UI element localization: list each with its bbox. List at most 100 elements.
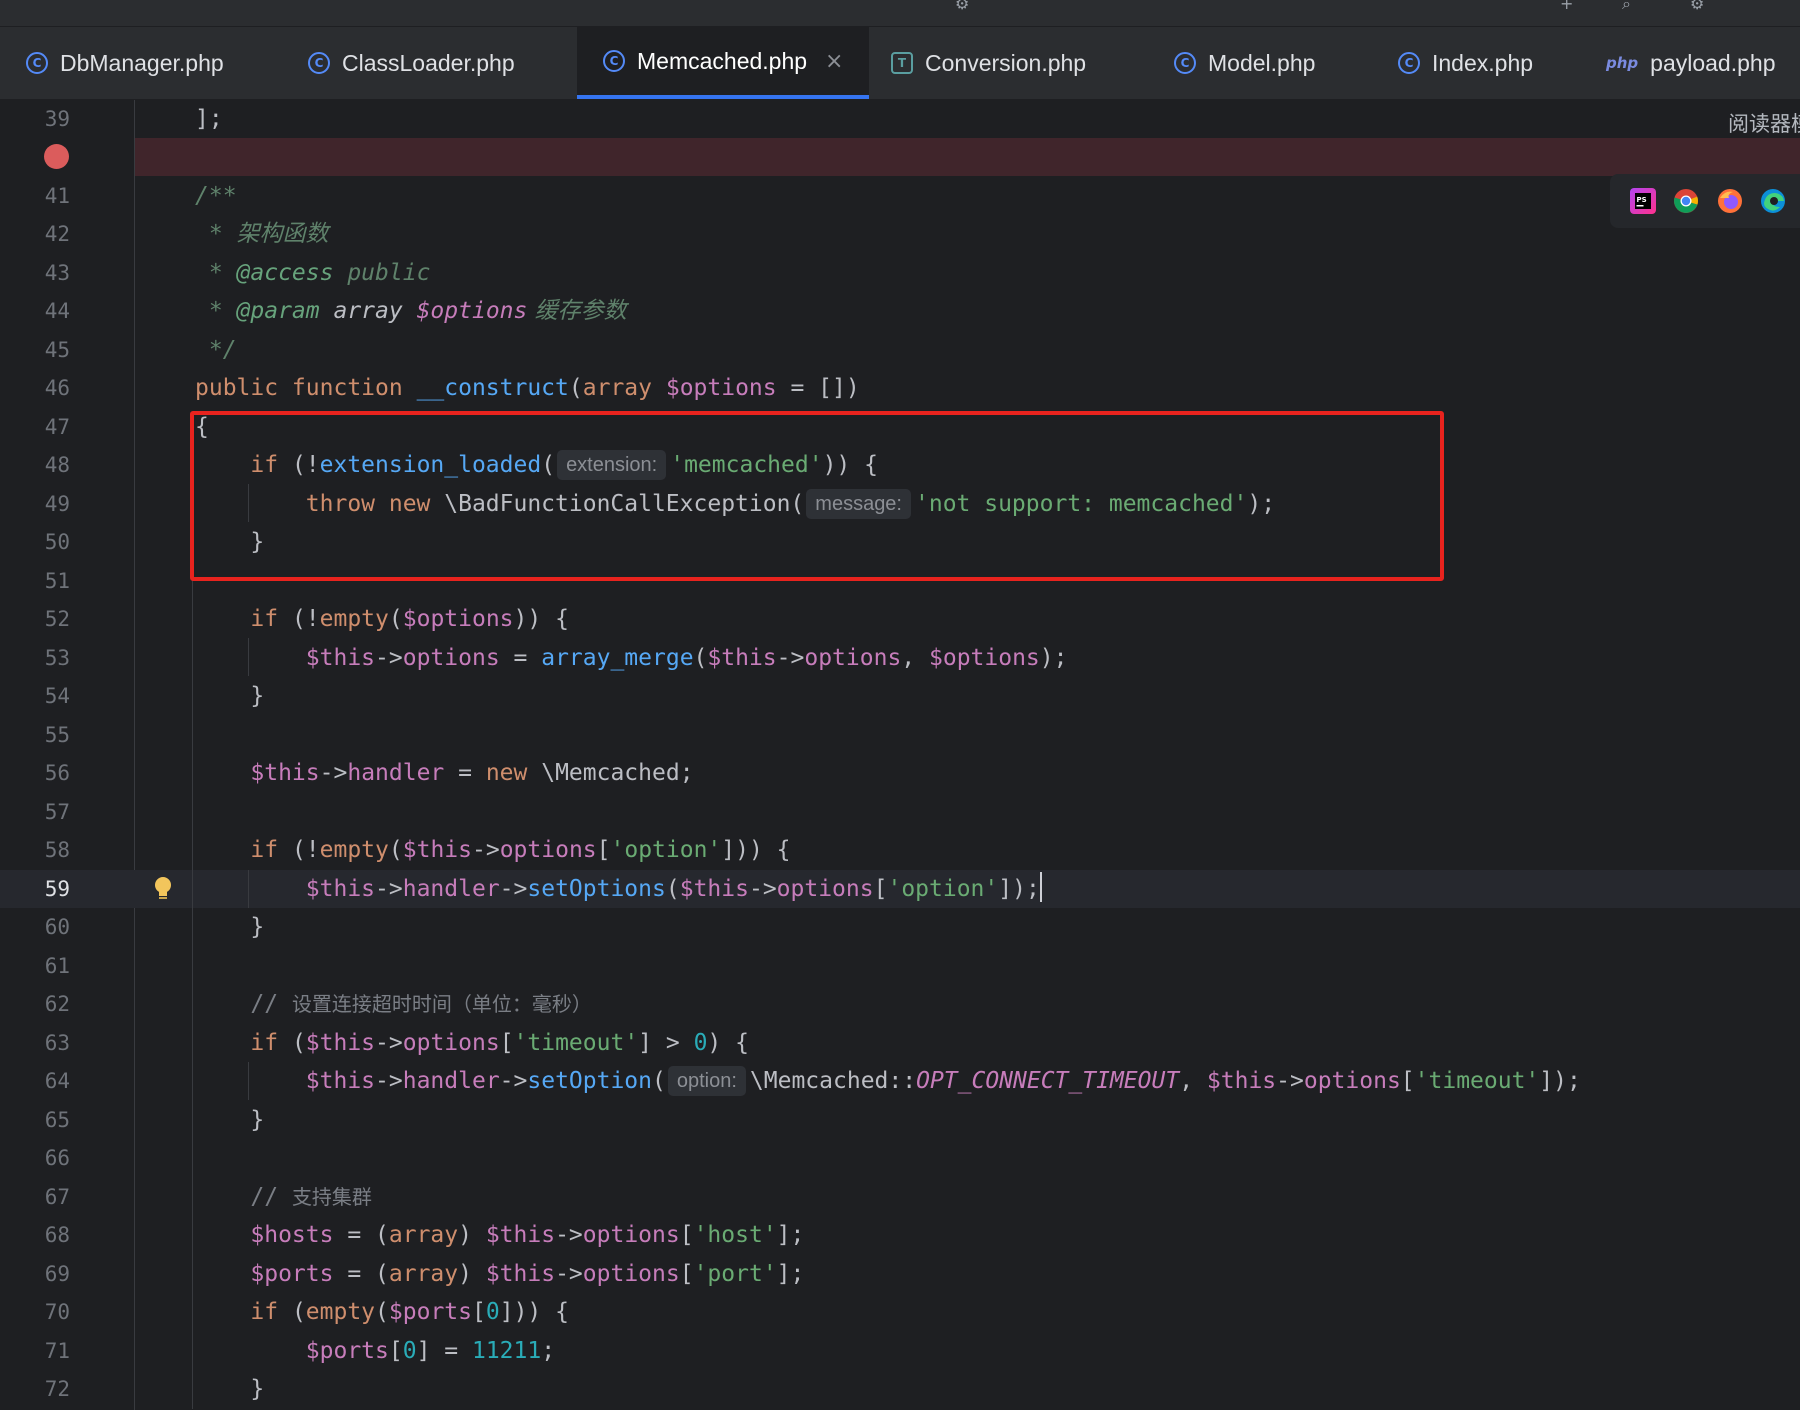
main-toolbar: ⚙ + ⌕ ⚙	[0, 0, 1800, 27]
line-number: 48	[44, 453, 70, 477]
parameter-hint: option:	[667, 1066, 746, 1096]
code-text: $ports[0] = 11211;	[305, 1338, 556, 1364]
code-line[interactable]: 69 $ports = (array) $this->options['port…	[0, 1255, 1800, 1293]
add-icon[interactable]: +	[1560, 0, 1580, 13]
code-text: if (!empty($this->options['option'])) {	[195, 837, 791, 863]
tab-payload[interactable]: php payload.php	[1580, 27, 1800, 99]
line-number: 46	[44, 376, 70, 400]
code-text: }	[195, 1376, 265, 1402]
class-icon: C	[603, 50, 625, 72]
line-number: 43	[44, 261, 70, 285]
tab-memcached[interactable]: C Memcached.php ×	[577, 27, 869, 99]
code-line[interactable]: 64 $this->handler->setOption(option: \Mem…	[0, 1062, 1800, 1100]
line-number: 45	[44, 338, 70, 362]
breakpoint-icon[interactable]	[44, 144, 69, 169]
line-number: 62	[44, 992, 70, 1016]
line-number: 66	[44, 1146, 70, 1170]
code-line[interactable]: 61	[0, 947, 1800, 985]
code-text: */	[195, 337, 237, 363]
phpstorm-icon[interactable]: PS	[1630, 188, 1656, 214]
code-line[interactable]: 58 if (!empty($this->options['option']))…	[0, 831, 1800, 869]
code-line[interactable]: 71 $ports[0] = 11211;	[0, 1332, 1800, 1370]
code-text: $this->options = array_merge($this->opti…	[305, 645, 1068, 671]
line-number: 56	[44, 761, 70, 785]
code-line[interactable]: 45 */	[0, 331, 1800, 369]
code-line[interactable]	[0, 138, 1800, 176]
line-number: 70	[44, 1300, 70, 1324]
chrome-icon[interactable]	[1673, 188, 1699, 214]
settings-icon[interactable]: ⚙	[955, 0, 975, 13]
code-text: if (empty($ports[0])) {	[195, 1299, 569, 1325]
tab-label: Conversion.php	[925, 49, 1087, 76]
class-icon: C	[1174, 52, 1196, 74]
line-number: 55	[44, 723, 70, 747]
line-number: 51	[44, 569, 70, 593]
code-text: $this->handler->setOptions($this->option…	[195, 870, 1042, 908]
code-line[interactable]: 53 $this->options = array_merge($this->o…	[0, 639, 1800, 677]
line-number: 61	[44, 954, 70, 978]
gear-icon[interactable]: ⚙	[1690, 0, 1710, 13]
reader-mode-button[interactable]: 阅读器模式	[1728, 108, 1800, 138]
code-line[interactable]: 44 * @param array $options 缓存参数	[0, 292, 1800, 330]
code-text: $hosts = (array) $this->options['host'];	[250, 1222, 805, 1248]
firefox-icon[interactable]	[1717, 188, 1743, 214]
line-number: 59	[44, 877, 70, 901]
svg-text:PS: PS	[1637, 196, 1647, 204]
code-line[interactable]: 59 $this->handler->setOptions($this->opt…	[0, 870, 1800, 908]
code-line[interactable]: 62 // 设置连接超时时间（单位：毫秒）	[0, 985, 1800, 1023]
code-line[interactable]: 56 $this->handler = new \Memcached;	[0, 754, 1800, 792]
code-line[interactable]: 57	[0, 793, 1800, 831]
code-line[interactable]: 43 * @access public	[0, 254, 1800, 292]
code-line[interactable]: 68 $hosts = (array) $this->options['host…	[0, 1216, 1800, 1254]
line-number: 67	[44, 1185, 70, 1209]
code-line[interactable]: 72 }	[0, 1370, 1800, 1408]
text-caret	[1039, 872, 1042, 902]
code-line[interactable]: 65 }	[0, 1101, 1800, 1139]
close-tab-icon[interactable]: ×	[825, 49, 843, 74]
editor-tab-bar: C DbManager.php C ClassLoader.php C Memc…	[0, 27, 1800, 100]
code-line[interactable]: 39 ];	[0, 100, 1800, 138]
line-number: 50	[44, 530, 70, 554]
line-number: 41	[44, 184, 70, 208]
code-line[interactable]: 66	[0, 1139, 1800, 1177]
line-number: 44	[44, 299, 70, 323]
line-number: 68	[44, 1223, 70, 1247]
code-line[interactable]: 46 public function __construct(array $op…	[0, 369, 1800, 407]
class-icon: C	[1398, 52, 1420, 74]
code-text: /**	[195, 183, 237, 209]
code-text: * @param array $options 缓存参数	[195, 298, 627, 324]
code-line[interactable]: 55	[0, 716, 1800, 754]
code-line[interactable]: 41 /**	[0, 177, 1800, 215]
line-number: 39	[44, 107, 70, 131]
line-number: 49	[44, 492, 70, 516]
code-text: $ports = (array) $this->options['port'];	[250, 1261, 805, 1287]
tab-classloader[interactable]: C ClassLoader.php	[282, 27, 577, 99]
tab-conversion[interactable]: T Conversion.php	[869, 27, 1148, 99]
line-number: 54	[44, 684, 70, 708]
lightbulb-icon[interactable]	[152, 875, 174, 903]
line-number: 64	[44, 1069, 70, 1093]
edge-icon[interactable]	[1760, 188, 1786, 214]
code-line[interactable]: 42 * 架构函数	[0, 215, 1800, 253]
code-line[interactable]: 54 }	[0, 677, 1800, 715]
tab-dbmanager[interactable]: C DbManager.php	[0, 27, 282, 99]
tab-label: Index.php	[1432, 49, 1534, 76]
line-number: 42	[44, 222, 70, 246]
code-text: }	[195, 914, 265, 940]
tab-index[interactable]: C Index.php	[1372, 27, 1580, 99]
code-text: * @access public	[195, 260, 431, 286]
code-line[interactable]: 52 if (!empty($options)) {	[0, 600, 1800, 638]
line-number: 60	[44, 915, 70, 939]
tab-model[interactable]: C Model.php	[1148, 27, 1372, 99]
code-line[interactable]: 67 // 支持集群	[0, 1178, 1800, 1216]
line-number: 65	[44, 1108, 70, 1132]
search-icon[interactable]: ⌕	[1622, 0, 1642, 13]
tab-label: Memcached.php	[637, 47, 808, 74]
code-line[interactable]: 60 }	[0, 908, 1800, 946]
code-line[interactable]: 63 if ($this->options['timeout'] > 0) {	[0, 1024, 1800, 1062]
line-number: 71	[44, 1339, 70, 1363]
code-text: }	[195, 1107, 265, 1133]
line-number: 53	[44, 646, 70, 670]
code-text: // 设置连接超时时间（单位：毫秒）	[195, 991, 592, 1017]
code-line[interactable]: 70 if (empty($ports[0])) {	[0, 1293, 1800, 1331]
